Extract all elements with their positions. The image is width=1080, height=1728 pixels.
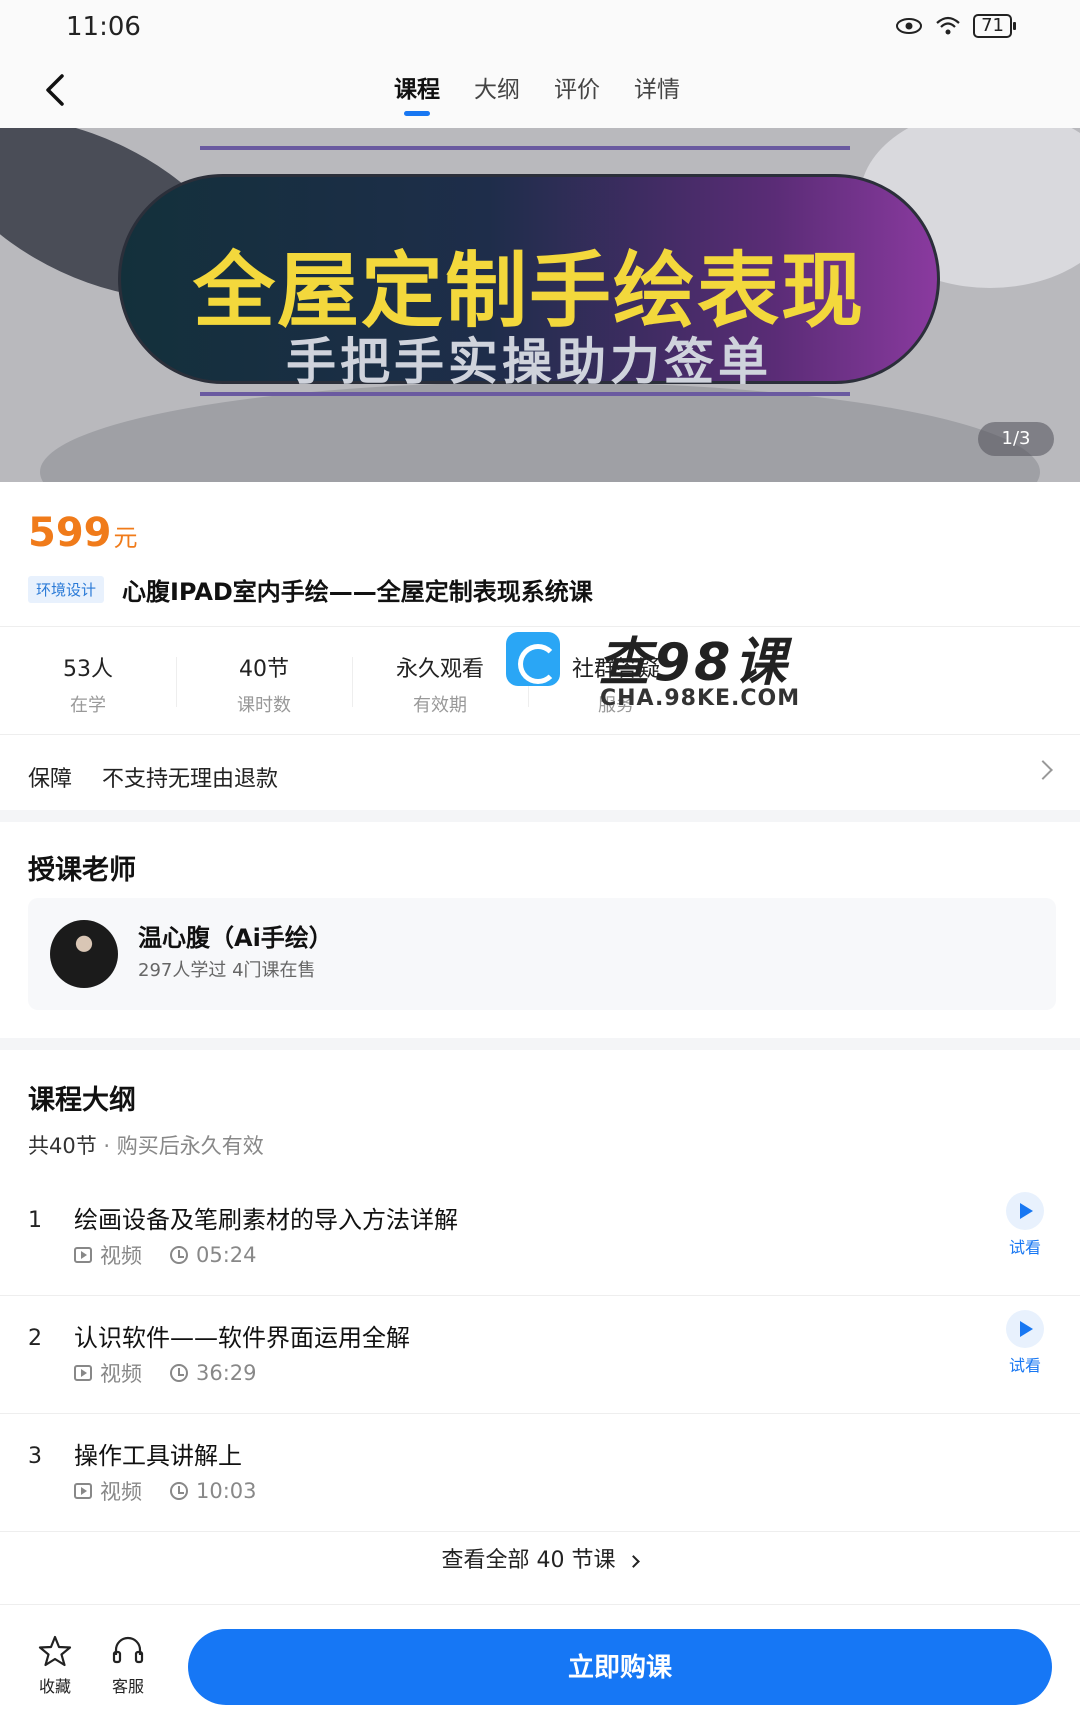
trial-label: 试看 [1008,1356,1041,1375]
headset-icon [112,1636,144,1664]
stat-validity: 永久观看 有效期 [352,651,528,717]
star-icon [38,1635,72,1667]
lesson-count: 共40节 [28,1134,97,1158]
status-icons: 71 [895,14,1016,38]
favorite-button[interactable]: 收藏 [30,1635,80,1697]
eye-icon [896,18,923,34]
trial-button[interactable]: 试看 [1000,1310,1050,1376]
category-tag: 环境设计 [28,576,105,603]
video-icon [74,1365,92,1381]
lesson-title: 操作工具讲解上 [74,1442,242,1470]
watermark-url: CHA.98KE.COM [600,686,801,711]
lesson-duration: 05:24 [196,1243,257,1267]
lesson-meta: 视频 05:24 [74,1240,257,1270]
tab-course[interactable]: 课程 [394,70,440,104]
lesson-type: 视频 [100,1244,142,1268]
avatar [50,920,118,988]
top-bar: 11:06 71 课程 大纲 评价 详情 [0,0,1080,128]
chevron-right-icon [627,1554,641,1568]
lesson-meta: 视频 36:29 [74,1358,257,1388]
price-value: 599 [28,510,112,556]
watermark-logo-icon [506,632,560,686]
lesson-duration: 10:03 [196,1479,257,1503]
banner-pager: 1/3 [978,422,1054,456]
banner-decoration [40,382,1040,482]
teacher-card[interactable]: 温心腹（Ai手绘） 297人学过 4门课在售 [28,898,1056,1010]
play-icon [1006,1310,1044,1348]
bottom-action-bar: 收藏 客服 立即购课 [0,1604,1080,1728]
teacher-meta: 297人学过 4门课在售 [138,960,316,981]
stat-lessons: 40节课时数 [176,651,352,717]
outline-summary: 共40节 · 购买后永久有效 [28,1134,264,1158]
clock-icon [170,1364,188,1382]
tab-reviews[interactable]: 评价 [554,70,600,104]
trial-button[interactable]: 试看 [1000,1192,1050,1258]
lesson-row[interactable]: 2 认识软件——软件界面运用全解 视频 36:29 试看 [0,1296,1080,1414]
guarantee-value: 不支持无理由退款 [102,767,279,792]
section-title: 课程大纲 [28,1085,136,1116]
banner-rule [200,146,850,150]
stat-value: 永久观看 [395,657,484,682]
course-title: 心腹IPAD室内手绘——全屋定制表现系统课 [122,578,593,606]
tab-details[interactable]: 详情 [634,70,680,104]
favorite-label: 收藏 [38,1677,71,1696]
outline-validity: 购买后永久有效 [116,1134,264,1158]
stat-label: 课时数 [237,695,291,716]
clock-icon [170,1482,188,1500]
video-icon [74,1247,92,1263]
lesson-index: 1 [28,1208,42,1233]
service-label: 客服 [111,1677,144,1696]
price: 599元 [28,510,138,556]
lesson-row[interactable]: 1 绘画设备及笔刷素材的导入方法详解 视频 05:24 试看 [0,1178,1080,1296]
trial-label: 试看 [1008,1238,1041,1257]
section-tabs: 课程 大纲 评价 详情 [394,70,680,104]
banner-subtitle: 手把手实操助力签单 [286,333,772,391]
lesson-meta: 视频 10:03 [74,1476,257,1506]
video-icon [74,1483,92,1499]
stat-value: 53人 [63,657,113,682]
tab-outline[interactable]: 大纲 [474,70,520,104]
course-info: 599元 环境设计 心腹IPAD室内手绘——全屋定制表现系统课 [0,482,1080,626]
battery-indicator: 71 [973,14,1016,38]
stat-learners: 53人在学 [0,651,176,717]
back-arrow-icon[interactable] [40,70,70,110]
lesson-title: 绘画设备及笔刷素材的导入方法详解 [74,1206,458,1234]
lesson-row[interactable]: 3 操作工具讲解上 视频 10:03 [0,1414,1080,1532]
view-all-lessons-link[interactable]: 查看全部 40 节课 [0,1542,1080,1574]
stat-value: 40节 [239,657,289,682]
lesson-index: 3 [28,1444,42,1469]
lesson-type: 视频 [100,1362,142,1386]
lesson-index: 2 [28,1326,42,1351]
clock-icon [170,1246,188,1264]
lesson-duration: 36:29 [196,1361,257,1385]
teacher-name: 温心腹（Ai手绘） [138,924,333,952]
stat-label: 在学 [70,695,106,716]
course-banner[interactable]: 全屋定制手绘表现 手把手实操助力签单 1/3 [0,128,1080,482]
watermark-text: 查98课 [598,633,791,693]
buy-now-button[interactable]: 立即购课 [188,1629,1052,1705]
customer-service-button[interactable]: 客服 [103,1635,153,1697]
outline-section: 课程大纲 共40节 · 购买后永久有效 1 绘画设备及笔刷素材的导入方法详解 视… [0,1050,1080,1604]
price-unit: 元 [113,524,138,552]
status-time: 11:06 [66,12,141,42]
view-all-label: 查看全部 40 节课 [441,1548,616,1573]
chevron-right-icon [1033,760,1053,780]
wifi-icon [936,16,960,35]
play-icon [1006,1192,1044,1230]
lesson-title: 认识软件——软件界面运用全解 [74,1324,410,1352]
section-title: 授课老师 [28,855,136,886]
guarantee-row[interactable]: 保障 不支持无理由退款 [0,734,1080,810]
lesson-type: 视频 [100,1480,142,1504]
teacher-section: 授课老师 温心腹（Ai手绘） 297人学过 4门课在售 [0,822,1080,1038]
guarantee-key: 保障 [28,767,73,792]
stat-label: 有效期 [413,695,467,716]
